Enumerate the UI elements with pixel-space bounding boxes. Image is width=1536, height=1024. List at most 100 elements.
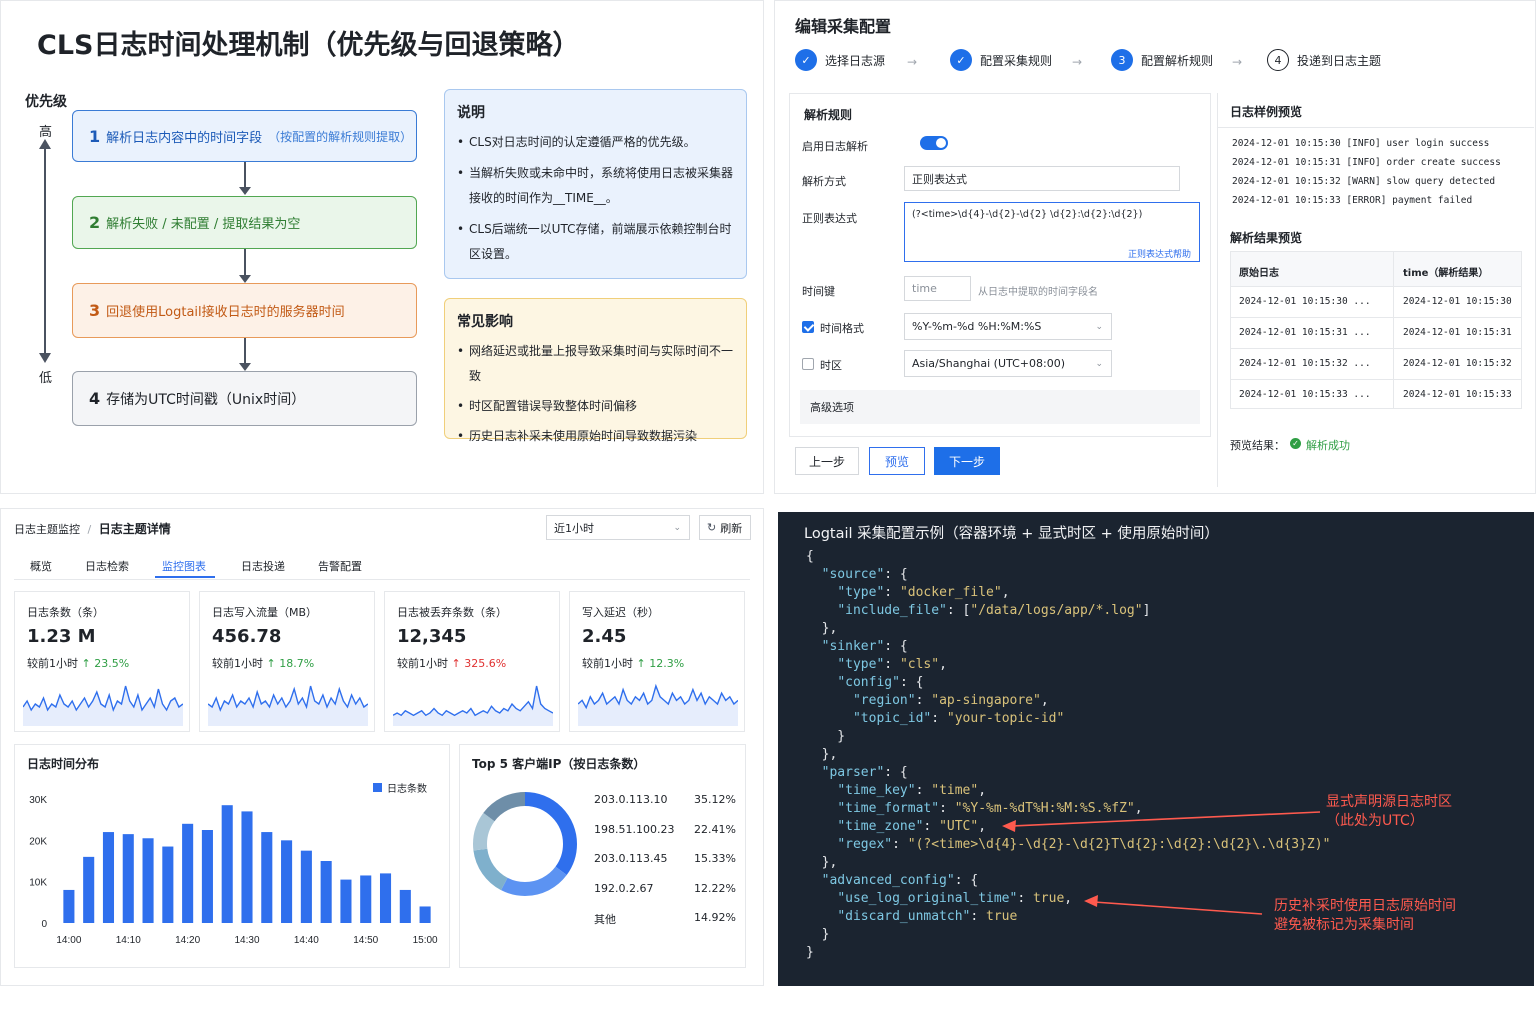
preview-button[interactable]: 预览 [869, 447, 925, 475]
table-cell: 2024-12-01 10:15:32 ... [1239, 358, 1371, 369]
flow-connector [244, 249, 246, 275]
code-token: : [970, 909, 987, 924]
histogram-title: 日志时间分布 [27, 757, 100, 771]
metric-card: 写入延迟（秒） 2.45 较前1小时 ↑ 12.3% [569, 591, 745, 732]
sample-line: 2024-12-01 10:15:31 [INFO] order create … [1232, 157, 1501, 168]
code-line: }, [806, 746, 1330, 764]
code-token: "config" [837, 675, 900, 690]
table-cell: 2024-12-01 10:15:32 [1403, 358, 1512, 369]
breadcrumb-parent[interactable]: 日志主题监控 [14, 523, 80, 536]
sample-title: 日志样例预览 [1230, 105, 1303, 119]
parse-method-select[interactable]: 正则表达式 [904, 166, 1180, 191]
timezone-label: 时区 [820, 359, 842, 372]
time-range-value: 近1小时 [554, 521, 594, 535]
note-item: 当解析失败或未命中时，系统将使用日志被采集器接收的时间作为__TIME__。 [457, 161, 736, 211]
result-title: 解析结果预览 [1230, 231, 1303, 245]
code-token: "source" [821, 567, 885, 582]
prev-button[interactable]: 上一步 [795, 447, 859, 475]
code-token: : [892, 837, 908, 852]
timezone-select[interactable]: Asia/Shanghai (UTC+08:00) ⌄ [904, 350, 1112, 377]
diagram-title: CLS日志时间处理机制（优先级与回退策略） [37, 30, 580, 61]
result-table: 原始日志 time（解析结果） 2024-12-01 10:15:30 ... … [1230, 251, 1522, 409]
timekey-input[interactable]: time [904, 276, 971, 301]
enable-parse-toggle[interactable] [920, 136, 948, 150]
x-tick-label: 14:20 [175, 935, 200, 946]
wizard-step-1[interactable]: ✓ 选择日志源 [795, 49, 885, 71]
code-token: : [923, 819, 940, 834]
metric-delta: 23.5% [94, 657, 130, 670]
code-token: : { [899, 675, 924, 690]
active-tab-indicator [155, 576, 215, 578]
annotation-line: 显式声明源日志时区 [1326, 794, 1452, 810]
y-tick-label: 20K [29, 836, 47, 847]
code-line: } [806, 944, 1330, 962]
y-tick-label: 0 [41, 919, 47, 930]
code-line: "include_file": ["/data/logs/app/*.log"] [806, 602, 1330, 620]
impact-item: 时区配置错误导致整体时间偏移 [457, 394, 736, 419]
x-tick-label: 14:50 [353, 935, 378, 946]
chevron-down-icon: ⌄ [1095, 321, 1103, 332]
wizard-step-3[interactable]: 3 配置解析规则 [1111, 49, 1213, 71]
parse-rule-form: 解析规则 启用日志解析 解析方式 正则表达式 正则表达式 (?<time>\d{… [789, 93, 1211, 437]
tab-log-delivery[interactable]: 日志投递 [241, 558, 285, 574]
note-box: 说明 CLS对日志时间的认定遵循严格的优先级。 当解析失败或未命中时，系统将使用… [444, 89, 747, 279]
timezone-checkbox[interactable] [802, 358, 814, 370]
top-ip-row: 198.51.100.23 22.41% [594, 823, 736, 853]
ip-label: 192.0.2.67 [594, 881, 654, 895]
code-token: : [915, 693, 932, 708]
arrow-down-icon [39, 353, 51, 363]
step-text: 解析日志内容中的时间字段 [106, 130, 263, 146]
enable-label: 启用日志解析 [802, 140, 868, 153]
wizard-step-2[interactable]: ✓ 配置采集规则 [950, 49, 1052, 71]
donut-chart [473, 792, 577, 896]
code-title: Logtail 采集配置示例（容器环境 + 显式时区 + 使用原始时间） [804, 526, 1219, 542]
x-tick-label: 14:40 [294, 935, 319, 946]
table-header-cell: 原始日志 [1239, 268, 1279, 279]
table-cell: 2024-12-01 10:15:33 ... [1239, 389, 1371, 400]
code-token: "time_format" [837, 801, 940, 816]
next-button[interactable]: 下一步 [934, 447, 1000, 475]
tab-alert-config[interactable]: 告警配置 [318, 558, 362, 574]
arrow-up-icon: ↑ [451, 657, 461, 670]
step-number-badge: 4 [1267, 49, 1289, 71]
refresh-button[interactable]: ↻ 刷新 [699, 515, 751, 540]
ip-percent: 14.92% [694, 911, 736, 924]
code-line: { [806, 548, 1330, 566]
section-title: 解析规则 [804, 108, 853, 122]
ip-label: 其他 [594, 913, 616, 926]
breadcrumb-separator: / [87, 523, 92, 536]
histogram-bar [162, 846, 174, 923]
timekey-hint: 从日志中提取的时间字段名 [978, 287, 1098, 298]
preview-panel: 日志样例预览 2024-12-01 10:15:30 [INFO] user l… [1217, 93, 1534, 487]
arrow-up-icon: ↑ [636, 657, 646, 670]
code-line: "type": "cls", [806, 656, 1330, 674]
impact-item: 网络延迟或批量上报导致采集时间与实际时间不一致 [457, 339, 736, 389]
metric-card: 日志写入流量（MB） 456.78 较前1小时 ↑ 18.7% [199, 591, 375, 732]
divider [1231, 379, 1521, 380]
wizard-step-4[interactable]: 4 投递到日志主题 [1267, 49, 1381, 71]
step-subtext: （按配置的解析规则提取） [268, 129, 413, 144]
top-ip-list: 203.0.113.10 35.12% 198.51.100.23 22.41% 203… [594, 793, 736, 941]
metric-label: 写入延迟（秒） [582, 606, 659, 619]
regex-help-link[interactable]: 正则表达式帮助 [1128, 247, 1191, 260]
histogram-bar [419, 906, 431, 923]
time-format-select[interactable]: %Y-%m-%d %H:%M:%S ⌄ [904, 313, 1112, 340]
code-token: , [978, 783, 987, 798]
refresh-icon: ↻ [707, 521, 717, 534]
time-range-select[interactable]: 近1小时 ⌄ [546, 515, 690, 540]
tab-monitor-charts[interactable]: 监控图表 [162, 558, 206, 574]
time-format-checkbox[interactable] [802, 321, 814, 333]
code-token: "cls" [899, 657, 940, 672]
metric-delta: 325.6% [464, 657, 507, 670]
tab-log-search[interactable]: 日志检索 [85, 558, 129, 574]
arrow-right-icon: → [1232, 55, 1243, 69]
advanced-options[interactable]: 高级选项 [800, 390, 1200, 424]
histogram-bar [83, 856, 95, 923]
chevron-down-icon: ⌄ [673, 522, 681, 533]
ip-percent: 35.12% [694, 793, 736, 806]
tab-overview[interactable]: 概览 [30, 558, 52, 574]
ip-label: 203.0.113.10 [594, 793, 668, 806]
annotation-arrow-line [1011, 811, 1321, 827]
divider [1231, 286, 1521, 287]
